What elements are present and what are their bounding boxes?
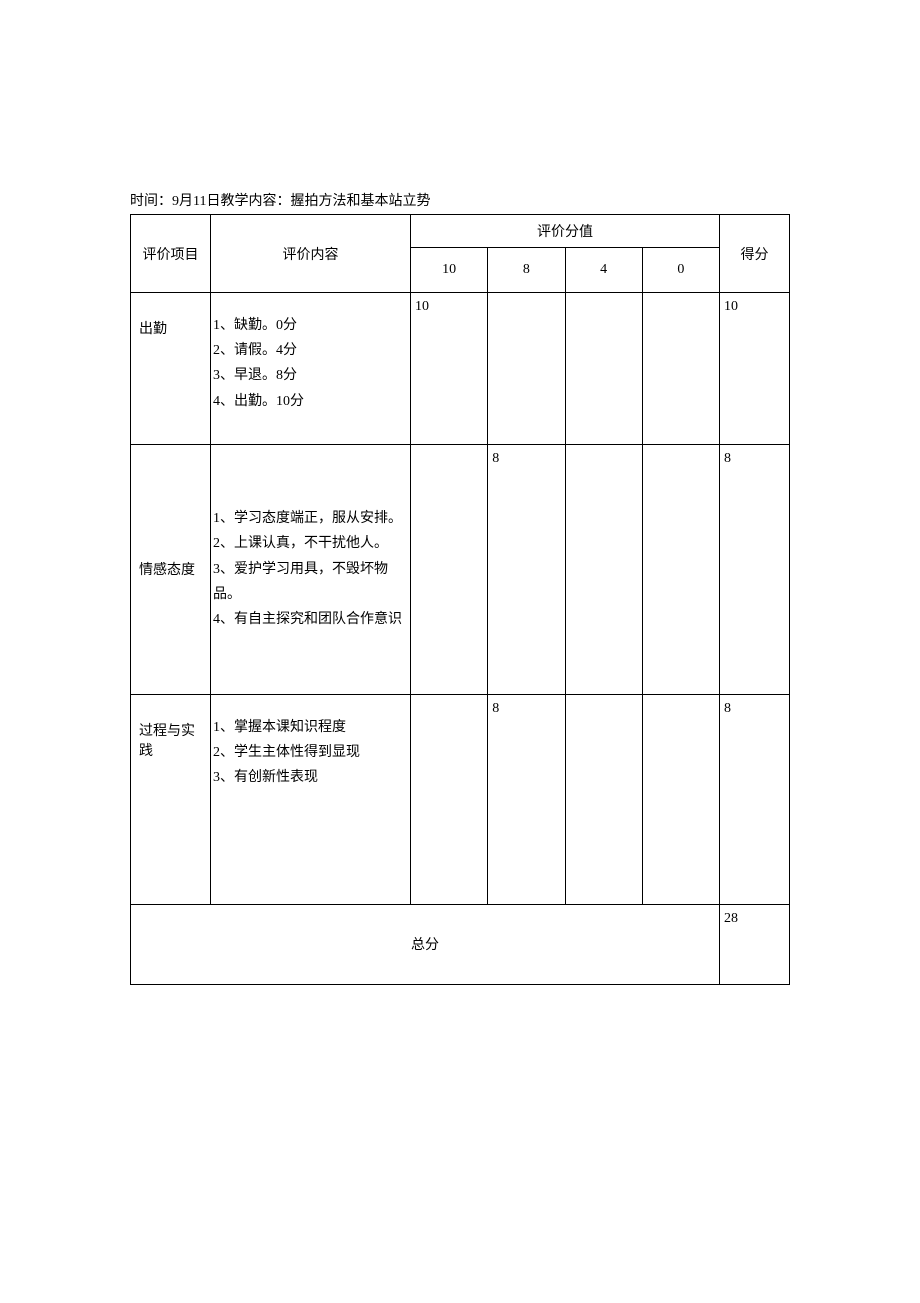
- final-cell: 10: [720, 293, 790, 445]
- score-cell: 8: [488, 694, 565, 904]
- score-cell: [565, 293, 642, 445]
- col-header-content: 评价内容: [211, 215, 411, 293]
- row-content: 1、缺勤。0分 2、请假。4分 3、早退。8分 4、出勤。10分: [211, 293, 411, 445]
- table-row: 过程与实践 1、掌握本课知识程度 2、学生主体性得到显现 3、有创新性表现 8 …: [131, 694, 790, 904]
- score-cell: 8: [488, 444, 565, 694]
- total-value: 28: [720, 904, 790, 984]
- score-level-10: 10: [411, 248, 488, 293]
- table-row: 情感态度 1、学习态度端正，服从安排。 2、上课认真，不干扰他人。 3、爱护学习…: [131, 444, 790, 694]
- score-cell: [565, 444, 642, 694]
- score-level-8: 8: [488, 248, 565, 293]
- row-item: 情感态度: [131, 444, 211, 694]
- table-row: 出勤 1、缺勤。0分 2、请假。4分 3、早退。8分 4、出勤。10分 10 1…: [131, 293, 790, 445]
- col-header-item: 评价项目: [131, 215, 211, 293]
- header-text: 时间：9月11日教学内容：握拍方法和基本站立势: [130, 190, 790, 210]
- score-level-4: 4: [565, 248, 642, 293]
- evaluation-table: 评价项目 评价内容 评价分值 得分 10 8 4 0 出勤 1、缺勤。0分 2、…: [130, 214, 790, 985]
- final-cell: 8: [720, 694, 790, 904]
- score-cell: [411, 694, 488, 904]
- score-cell: [642, 444, 719, 694]
- score-cell: 10: [411, 293, 488, 445]
- row-item: 过程与实践: [131, 694, 211, 904]
- row-content: 1、学习态度端正，服从安排。 2、上课认真，不干扰他人。 3、爱护学习用具，不毁…: [211, 444, 411, 694]
- col-header-final: 得分: [720, 215, 790, 293]
- score-cell: [565, 694, 642, 904]
- score-level-0: 0: [642, 248, 719, 293]
- score-cell: [411, 444, 488, 694]
- col-header-score: 评价分值: [411, 215, 720, 248]
- score-cell: [642, 694, 719, 904]
- total-label: 总分: [131, 904, 720, 984]
- row-item: 出勤: [131, 293, 211, 445]
- row-content: 1、掌握本课知识程度 2、学生主体性得到显现 3、有创新性表现: [211, 694, 411, 904]
- score-cell: [642, 293, 719, 445]
- total-row: 总分 28: [131, 904, 790, 984]
- final-cell: 8: [720, 444, 790, 694]
- score-cell: [488, 293, 565, 445]
